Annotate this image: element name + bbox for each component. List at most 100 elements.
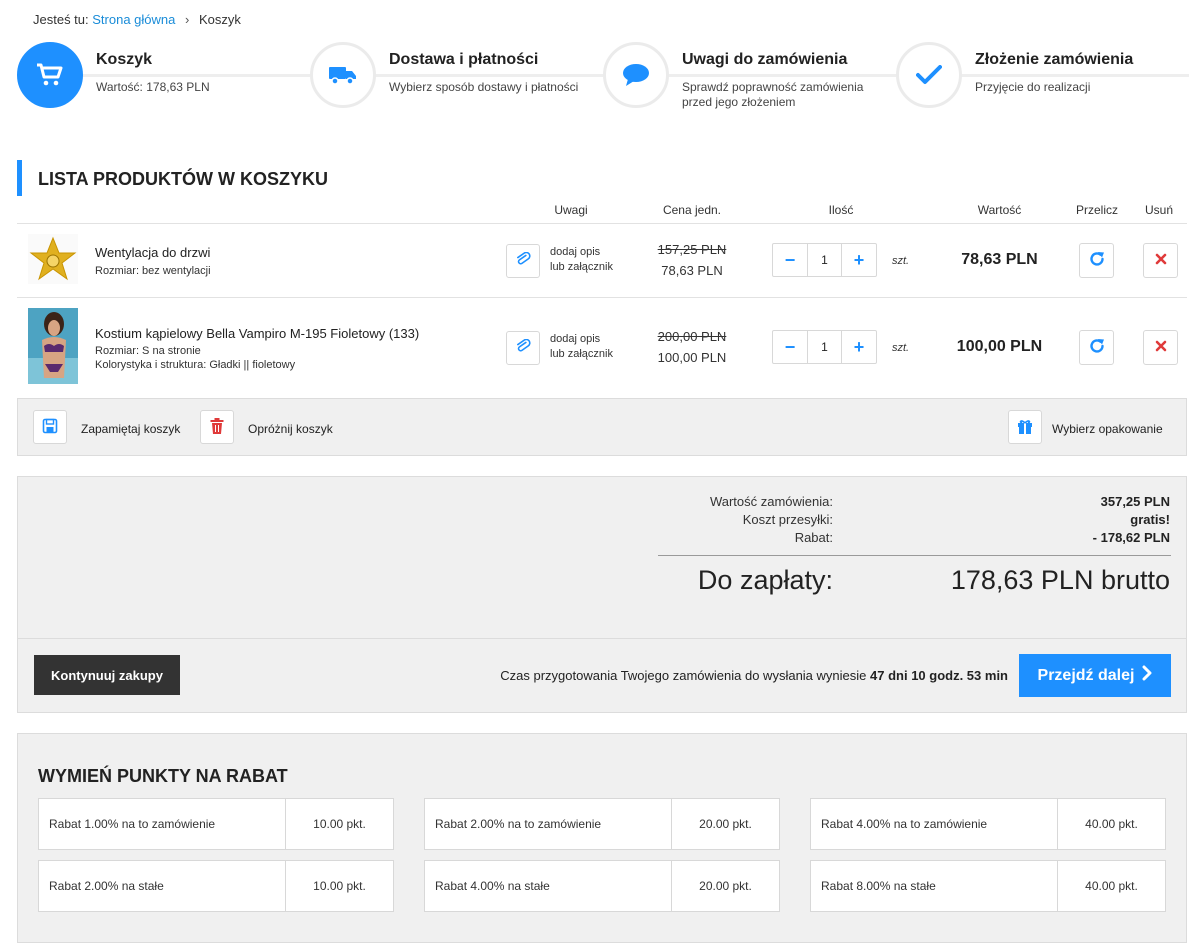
offer-label: Rabat 8.00% na stałe (821, 879, 936, 893)
product-name[interactable]: Kostium kąpielowy Bella Vampiro M-195 Fi… (95, 326, 419, 341)
product-image[interactable] (28, 234, 78, 284)
proceed-label: Przejdź dalej (1037, 666, 1135, 684)
offer-label: Rabat 2.00% na stałe (49, 879, 164, 893)
order-value: 357,25 PLN (1100, 494, 1170, 509)
add-note-line1: dodaj opis (550, 246, 601, 258)
add-note-link[interactable]: dodaj opis lub załącznik (550, 245, 613, 275)
recalc-button[interactable] (1079, 330, 1114, 365)
points-offer[interactable]: Rabat 4.00% na stałe 20.00 pkt. (424, 860, 780, 912)
gift-wrap-button[interactable] (1008, 410, 1042, 444)
step-title: Koszyk (96, 51, 161, 69)
gift-icon (1017, 418, 1033, 437)
to-pay-value: 178,63 PLN brutto (950, 565, 1170, 595)
heading-accent-bar (17, 160, 22, 196)
remove-button[interactable] (1143, 243, 1178, 278)
qty-input[interactable]: 1 (807, 331, 842, 363)
trash-icon (210, 417, 224, 437)
offer-label: Rabat 4.00% na to zamówienie (821, 817, 988, 831)
column-header-notes: Uwagi (554, 203, 588, 217)
unit-price: 100,00 PLN (657, 350, 727, 365)
offer-label: Rabat 1.00% na to zamówienie (49, 817, 216, 831)
shipping-value: gratis! (1130, 512, 1170, 527)
preparation-text: Czas przygotowania Twojego zamówienia do… (500, 668, 867, 683)
product-image[interactable] (28, 308, 78, 384)
check-icon (896, 42, 962, 108)
step-submit: Złożenie zamówienia Przyjęcie do realiza… (896, 42, 1189, 112)
save-cart-button[interactable] (33, 410, 67, 444)
checkout-steps: Koszyk Wartość: 178,63 PLN Dostawa i pła… (17, 42, 1189, 112)
step-title: Dostawa i płatności (389, 51, 547, 69)
step-connector (77, 74, 310, 77)
empty-cart-label[interactable]: Opróżnij koszyk (248, 422, 333, 436)
qty-increase-button[interactable]: + (842, 244, 876, 276)
offer-points: 20.00 pkt. (671, 861, 779, 911)
step-cart: Koszyk Wartość: 178,63 PLN (17, 42, 310, 112)
cart-icon (17, 42, 83, 108)
step-desc: Przyjęcie do realizacji (975, 80, 1091, 94)
product-attribute: Rozmiar: S na stronie (95, 345, 201, 357)
column-header-remove: Usuń (1144, 203, 1173, 217)
quantity-stepper: − 1 + (772, 330, 877, 364)
product-attribute: Rozmiar: bez wentylacji (95, 265, 211, 277)
step-title: Uwagi do zamówienia (682, 51, 856, 69)
gift-wrap-label[interactable]: Wybierz opakowanie (1052, 422, 1163, 436)
table-row: Kostium kąpielowy Bella Vampiro M-195 Fi… (17, 298, 1187, 398)
points-offer[interactable]: Rabat 1.00% na to zamówienie 10.00 pkt. (38, 798, 394, 850)
attach-button[interactable] (506, 244, 540, 278)
cart-toolbar: Zapamiętaj koszyk Opróżnij koszyk Wybier… (17, 398, 1187, 456)
breadcrumb-separator: › (185, 12, 190, 27)
column-header-value: Wartość (977, 203, 1022, 217)
save-cart-label[interactable]: Zapamiętaj koszyk (81, 422, 180, 436)
qty-decrease-button[interactable]: − (773, 244, 807, 276)
qty-decrease-button[interactable]: − (773, 331, 807, 363)
attach-button[interactable] (506, 331, 540, 365)
summary-divider (658, 555, 1171, 556)
breadcrumb-home-link[interactable]: Strona główna (92, 12, 175, 27)
old-price: 200,00 PLN (657, 329, 727, 344)
to-pay-label: Do zapłaty: (697, 565, 833, 595)
points-offer[interactable]: Rabat 2.00% na stałe 10.00 pkt. (38, 860, 394, 912)
close-icon (1154, 252, 1168, 269)
unit-price: 78,63 PLN (661, 263, 723, 278)
breadcrumb: Jesteś tu: Strona główna › Koszyk (33, 12, 241, 27)
qty-increase-button[interactable]: + (842, 331, 876, 363)
order-value-label: Wartość zamówienia: (709, 494, 833, 509)
refresh-icon (1088, 250, 1106, 271)
breadcrumb-current: Koszyk (198, 12, 241, 27)
chat-icon (603, 42, 669, 108)
product-name[interactable]: Wentylacja do drzwi (95, 245, 210, 260)
qty-unit: szt. (892, 255, 910, 267)
points-heading: WYMIEŃ PUNKTY NA RABAT (38, 766, 288, 786)
close-icon (1154, 339, 1168, 356)
old-price: 157,25 PLN (657, 242, 727, 257)
floppy-icon (42, 418, 58, 437)
step-title: Złożenie zamówienia (975, 51, 1142, 69)
points-offer[interactable]: Rabat 2.00% na to zamówienie 20.00 pkt. (424, 798, 780, 850)
line-total: 100,00 PLN (956, 338, 1043, 355)
offer-points: 10.00 pkt. (285, 799, 393, 849)
step-desc: Wybierz sposób dostawy i płatności (389, 80, 579, 94)
column-header-qty: Ilość (828, 203, 854, 217)
add-note-line1: dodaj opis (550, 333, 601, 345)
order-summary: Wartość zamówienia: 357,25 PLN Koszt prz… (17, 476, 1187, 713)
add-note-line2: lub załącznik (550, 261, 613, 273)
step-desc: Wartość: 178,63 PLN (96, 80, 210, 94)
truck-icon (310, 42, 376, 108)
remove-button[interactable] (1143, 330, 1178, 365)
line-total: 78,63 PLN (961, 251, 1038, 268)
divider (18, 638, 1186, 639)
offer-label: Rabat 4.00% na stałe (435, 879, 550, 893)
proceed-button[interactable]: Przejdź dalej (1019, 654, 1171, 697)
qty-input[interactable]: 1 (807, 244, 842, 276)
step-desc: Sprawdź poprawność zamówienia przed jego… (682, 80, 864, 109)
points-offer[interactable]: Rabat 8.00% na stałe 40.00 pkt. (810, 860, 1166, 912)
points-offer[interactable]: Rabat 4.00% na to zamówienie 40.00 pkt. (810, 798, 1166, 850)
offer-points: 10.00 pkt. (285, 861, 393, 911)
empty-cart-button[interactable] (200, 410, 234, 444)
paperclip-icon (515, 251, 531, 271)
preparation-duration: 47 dni 10 godz. 53 min (870, 668, 1008, 683)
offer-points: 40.00 pkt. (1057, 799, 1165, 849)
add-note-link[interactable]: dodaj opis lub załącznik (550, 332, 613, 362)
recalc-button[interactable] (1079, 243, 1114, 278)
continue-shopping-button[interactable]: Kontynuuj zakupy (34, 655, 180, 695)
